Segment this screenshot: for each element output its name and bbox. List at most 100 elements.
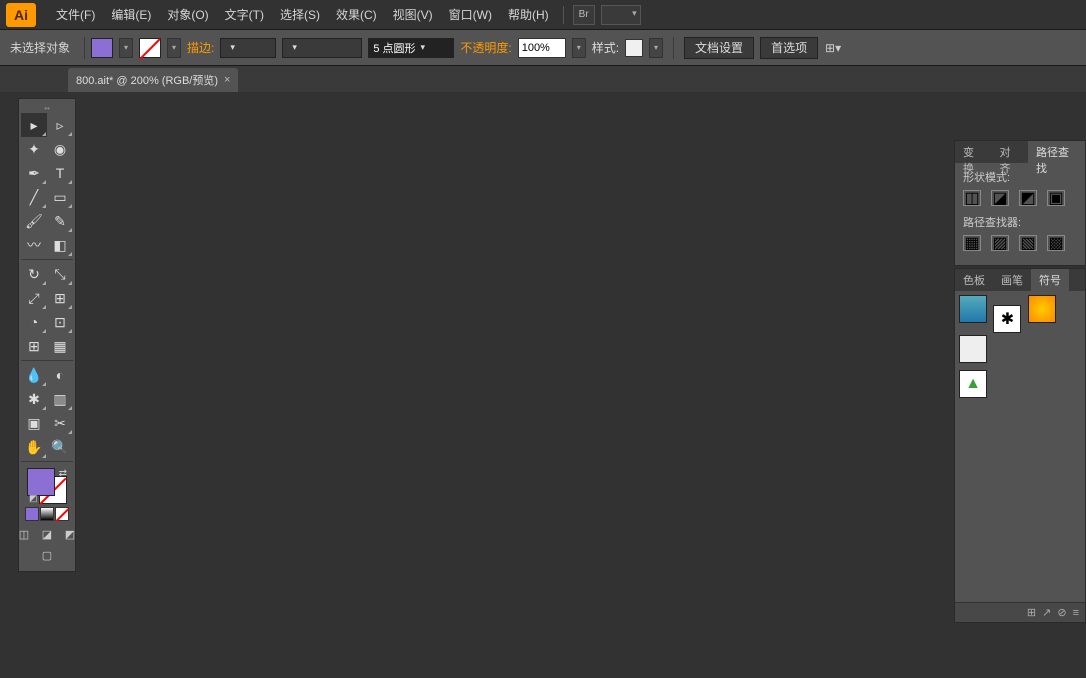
draw-behind[interactable]: ◪: [37, 526, 57, 542]
pathfinder-tab[interactable]: 路径查找: [1028, 141, 1085, 163]
perspective-grid-tool[interactable]: ⊡: [47, 310, 73, 334]
rotate-tool[interactable]: ↻: [21, 262, 47, 286]
stroke-swatch[interactable]: [139, 38, 161, 58]
opacity-input[interactable]: [518, 38, 566, 58]
opacity-label: 不透明度:: [460, 39, 511, 56]
divide-icon[interactable]: ▦: [963, 235, 981, 251]
place-symbol-icon[interactable]: ↗: [1042, 606, 1051, 619]
eraser-tool[interactable]: ◧: [47, 233, 73, 257]
symbol-options-icon[interactable]: ≡: [1073, 607, 1079, 619]
symbol-libraries-icon[interactable]: ⊞: [1027, 606, 1036, 619]
align-to-icon[interactable]: ⊞▾: [824, 39, 842, 57]
document-tab[interactable]: 800.ait* @ 200% (RGB/预览) ×: [68, 68, 238, 92]
exclude-icon[interactable]: ▣: [1047, 190, 1065, 206]
minus-front-icon[interactable]: ◪: [991, 190, 1009, 206]
color-mode[interactable]: [25, 507, 39, 521]
symbol-orb[interactable]: [1028, 295, 1056, 323]
width-tool[interactable]: ⊞: [47, 286, 73, 310]
preferences-button[interactable]: 首选项: [760, 37, 818, 59]
divider: [563, 6, 564, 24]
pathfinder-panel: 变换 对齐 路径查找 形状模式: ◫ ◪ ◩ ▣ 路径查找器: ▦ ▨ ▧ ▩: [954, 140, 1086, 266]
stroke-dropdown[interactable]: ▾: [167, 38, 181, 58]
menu-help[interactable]: 帮助(H): [500, 6, 557, 23]
trim-icon[interactable]: ▨: [991, 235, 1009, 251]
document-setup-button[interactable]: 文档设置: [684, 37, 754, 59]
menu-type[interactable]: 文字(T): [217, 6, 272, 23]
brush-definition[interactable]: 5 点圆形: [368, 38, 454, 58]
hand-tool[interactable]: ✋: [21, 435, 47, 459]
unite-icon[interactable]: ◫: [963, 190, 981, 206]
intersect-icon[interactable]: ◩: [1019, 190, 1037, 206]
swatches-tab[interactable]: 色板: [955, 269, 993, 291]
scale-tool[interactable]: ⤢: [21, 286, 47, 310]
selection-status: 未选择对象: [10, 39, 70, 56]
symbol-blank[interactable]: [959, 335, 987, 363]
options-bar: 未选择对象 ▾ ▾ 描边: 5 点圆形 不透明度: ▾ 样式: ▾ 文档设置 首…: [0, 30, 1086, 66]
break-link-icon[interactable]: ⊘: [1057, 606, 1066, 619]
right-panel-dock: 变换 对齐 路径查找 形状模式: ◫ ◪ ◩ ▣ 路径查找器: ▦ ▨ ▧ ▩ …: [954, 140, 1086, 625]
draw-mode[interactable]: ◫: [14, 526, 34, 542]
fill-swatch[interactable]: [91, 38, 113, 58]
line-tool[interactable]: ╱: [21, 185, 47, 209]
menu-effect[interactable]: 效果(C): [328, 6, 385, 23]
toolbox-grab-handle[interactable]: ••: [21, 103, 73, 113]
rectangle-tool[interactable]: ▭: [47, 185, 73, 209]
lasso-tool[interactable]: ◉: [47, 137, 73, 161]
paintbrush-tool[interactable]: 🖌: [21, 209, 47, 233]
menu-file[interactable]: 文件(F): [48, 6, 103, 23]
column-graph-tool[interactable]: ▥: [47, 387, 73, 411]
artboard-tool[interactable]: ▣: [21, 411, 47, 435]
pen-tool[interactable]: ✒: [21, 161, 47, 185]
menu-edit[interactable]: 编辑(E): [103, 6, 159, 23]
style-dropdown[interactable]: ▾: [649, 38, 663, 58]
mesh-tool[interactable]: ⊞: [21, 334, 47, 358]
menu-window[interactable]: 窗口(W): [441, 6, 500, 23]
transform-tab[interactable]: 变换: [955, 141, 992, 163]
menu-select[interactable]: 选择(S): [272, 6, 328, 23]
symbol-gradient[interactable]: [959, 295, 987, 323]
align-tab[interactable]: 对齐: [992, 141, 1029, 163]
blend-tool[interactable]: ◐: [47, 363, 73, 387]
symbol-ink[interactable]: ✱: [993, 305, 1021, 333]
pencil-tool[interactable]: ✎: [47, 209, 73, 233]
direct-selection-tool[interactable]: ▹: [47, 113, 73, 137]
shape-builder-tool[interactable]: ◔: [21, 310, 47, 334]
brushes-tab[interactable]: 画笔: [993, 269, 1031, 291]
default-colors-icon[interactable]: ◩: [29, 493, 38, 504]
merge-icon[interactable]: ▧: [1019, 235, 1037, 251]
symbol-sprayer-tool[interactable]: ✱: [21, 387, 47, 411]
crop-icon[interactable]: ▩: [1047, 235, 1065, 251]
arrange-documents-dropdown[interactable]: [601, 5, 641, 25]
fill-color[interactable]: [27, 468, 55, 496]
menu-view[interactable]: 视图(V): [385, 6, 441, 23]
app-logo: Ai: [6, 3, 36, 27]
eyedropper-tool[interactable]: 💧: [21, 363, 47, 387]
draw-inside[interactable]: ◩: [60, 526, 80, 542]
menu-object[interactable]: 对象(O): [159, 6, 216, 23]
screen-mode[interactable]: ▢: [37, 547, 57, 563]
symbols-tab[interactable]: 符号: [1031, 269, 1069, 291]
graphic-style-swatch[interactable]: [625, 39, 643, 57]
gradient-tool[interactable]: ▦: [47, 334, 73, 358]
symbol-tree[interactable]: ▲: [959, 370, 987, 398]
fill-dropdown[interactable]: ▾: [119, 38, 133, 58]
none-mode[interactable]: [55, 507, 69, 521]
tab-title: 800.ait* @ 200% (RGB/预览): [76, 72, 218, 88]
slice-tool[interactable]: ✂: [47, 411, 73, 435]
stroke-width-select[interactable]: [220, 38, 276, 58]
type-tool[interactable]: T: [47, 161, 73, 185]
tab-close-icon[interactable]: ×: [224, 74, 230, 86]
toolbox: •• ▸ ▹ ✦ ◉ ✒ T ╱ ▭ 🖌 ✎ 〰 ◧ ↻ ⤡ ⤢ ⊞ ◔ ⊡ ⊞…: [18, 98, 76, 572]
opacity-dropdown[interactable]: ▾: [572, 38, 586, 58]
reflect-tool[interactable]: ⤡: [47, 262, 73, 286]
bridge-button[interactable]: Br: [573, 5, 595, 25]
selection-tool[interactable]: ▸: [21, 113, 47, 137]
zoom-tool[interactable]: 🔍: [47, 435, 73, 459]
blob-brush-tool[interactable]: 〰: [21, 233, 47, 257]
magic-wand-tool[interactable]: ✦: [21, 137, 47, 161]
symbols-panel: 色板 画笔 符号 ✱ ▲ ⊞ ↗ ⊘ ≡: [954, 268, 1086, 623]
gradient-mode[interactable]: [40, 507, 54, 521]
swap-colors-icon[interactable]: ⇄: [59, 468, 67, 479]
style-label: 样式:: [592, 39, 619, 56]
variable-width-profile[interactable]: [282, 38, 362, 58]
